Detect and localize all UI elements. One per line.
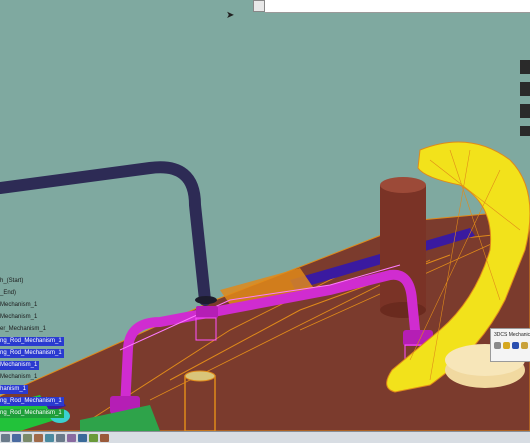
right-tool-4	[520, 126, 530, 136]
tree-item[interactable]: ng_Rod_Mechanism_1	[0, 409, 64, 418]
tool-icon[interactable]	[78, 433, 87, 442]
tree-item[interactable]: Mechanism_1	[0, 301, 39, 310]
magenta-joint-3	[196, 306, 218, 318]
tool-icon[interactable]	[89, 433, 98, 442]
tool-icon[interactable]	[1, 433, 10, 442]
orange-cylinder-top	[184, 370, 216, 382]
right-tool-3	[520, 104, 530, 118]
toolbar-tool-icon[interactable]	[521, 342, 528, 349]
tree-item[interactable]: _End)	[0, 289, 18, 298]
post-body	[380, 185, 426, 310]
toolbar-title: 3DCS Mechanica	[494, 332, 530, 338]
tool-icon[interactable]	[45, 433, 54, 442]
tree-item[interactable]: Mechanism_1	[0, 313, 39, 322]
toolbar-tool-icon[interactable]	[494, 342, 501, 349]
tree-item[interactable]: er_Mechanism_1	[0, 325, 48, 334]
tool-icon[interactable]	[56, 433, 65, 442]
3dcs-mechanism-toolbar: 3DCS Mechanica	[490, 328, 530, 362]
dark-rod-base	[195, 296, 217, 304]
right-tool-1	[520, 60, 530, 74]
bottom-toolbar	[0, 431, 530, 443]
dark-rod	[0, 161, 211, 306]
tree-item[interactable]: ng_Rod_Mechanism_1	[0, 397, 64, 406]
tree-item[interactable]: ng_Rod_Mechanism_1	[0, 337, 64, 346]
toolbar-tool-icon[interactable]	[503, 342, 510, 349]
post-bottom	[380, 302, 426, 318]
tool-icon[interactable]	[100, 433, 109, 442]
post-top	[380, 177, 426, 193]
tree-item[interactable]: h_(Start)	[0, 277, 25, 286]
tree-item[interactable]: Mechanism_1	[0, 361, 40, 370]
tree-item[interactable]: ng_Rod_Mechanism_1	[0, 349, 64, 358]
tree-item[interactable]: Mechanism_1	[0, 373, 39, 382]
tool-icon[interactable]	[34, 433, 43, 442]
right-tool-2	[520, 82, 530, 96]
tool-icon[interactable]	[12, 433, 21, 442]
tree-item[interactable]: hanism_1	[0, 385, 29, 394]
tool-icon[interactable]	[23, 433, 32, 442]
3d-viewport[interactable]	[0, 0, 530, 431]
tool-icon[interactable]	[67, 433, 76, 442]
toolbar-tool-icon[interactable]	[512, 342, 519, 349]
